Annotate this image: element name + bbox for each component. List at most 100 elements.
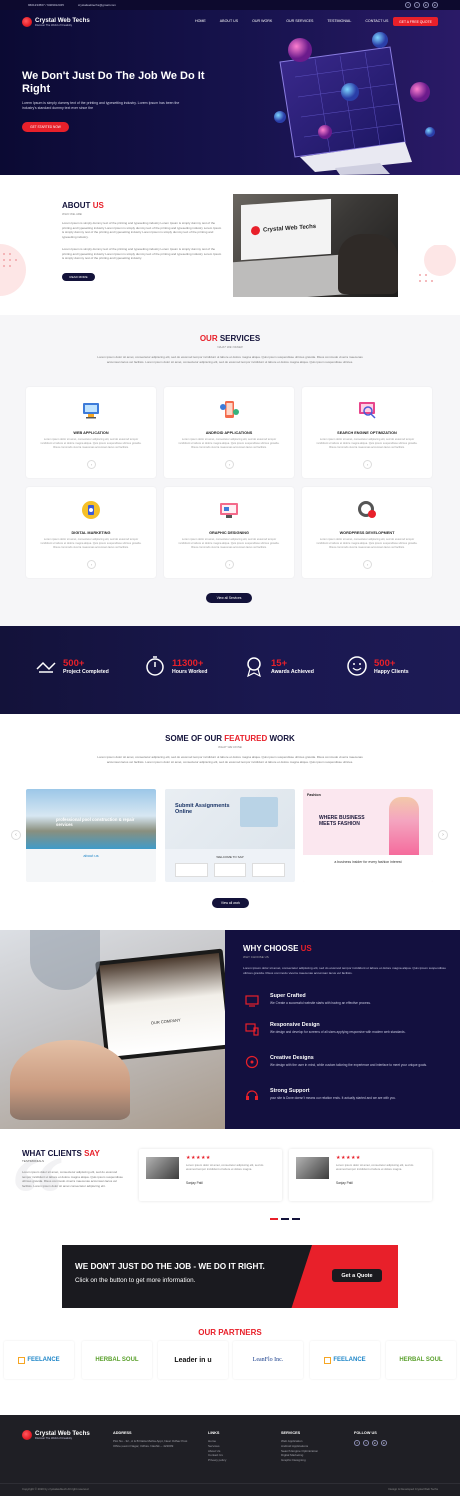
why-choose-section: OUR COMPANY WHY CHOOSE US WHY CHOOSE US … [0, 930, 460, 1129]
wordpress-icon [358, 501, 376, 518]
instagram-icon[interactable]: in [432, 2, 438, 8]
digital-marketing-icon [82, 501, 100, 519]
linkedin-icon[interactable]: in [423, 2, 429, 8]
arrow-right-icon[interactable]: › [87, 460, 96, 469]
pagination-dot[interactable] [281, 1218, 289, 1220]
partner-logo-herbal-soul-2[interactable]: HERBAL SOUL [386, 1341, 456, 1379]
assignments-device-image [240, 797, 278, 827]
work-item-assignments[interactable]: Submit Assignments Online WELCOME TO SAP [165, 789, 295, 882]
arrow-right-icon[interactable]: › [225, 560, 234, 569]
top-bar: 9601234567 / 9409012345 crystalwebtechs@… [0, 0, 460, 10]
partner-logo-herbal-soul[interactable]: HERBAL SOUL [82, 1341, 152, 1379]
footer-service-graphic[interactable]: Graphic Designing [281, 1458, 318, 1463]
twitter-icon[interactable]: t [363, 1440, 369, 1446]
work-subheading: WHAT WE DONE [218, 745, 242, 749]
cta-banner: WE DON'T JUST DO THE JOB - WE DO IT RIGH… [62, 1245, 398, 1308]
why-heading: WHY CHOOSE US [243, 944, 312, 953]
arrow-right-icon[interactable]: › [87, 560, 96, 569]
screen-logo-text: Crystal Web Techs [263, 223, 317, 234]
site-logo[interactable]: Crystal Web Techs Discover The World of … [22, 17, 90, 27]
banner-text: Click on the button to get more informat… [75, 1277, 196, 1284]
star-rating: ★★★★★ [336, 1155, 361, 1161]
testimonials-heading: WHAT CLIENTS SAY [22, 1149, 100, 1158]
nav-about[interactable]: ABOUT US [220, 19, 238, 23]
footer-address: Plot No - 32., A & B Datta Mehta Appt, N… [113, 1439, 188, 1448]
work-item-fashion[interactable]: Fashion WHERE BUSINESS MEETS FASHION a b… [303, 789, 433, 882]
carousel-next-button[interactable]: › [438, 830, 448, 840]
facebook-icon[interactable]: f [354, 1440, 360, 1446]
view-all-work-button[interactable]: View all work [212, 898, 249, 908]
footer-link-privacy[interactable]: Privacy policy [208, 1458, 226, 1463]
twitter-icon[interactable]: t [414, 2, 420, 8]
stat-awards: 15+ Awards Achieved [243, 655, 314, 677]
about-heading: ABOUT US [62, 201, 104, 210]
email-text[interactable]: crystalwebtechs@gmail.com [78, 3, 116, 7]
linkedin-icon[interactable]: in [372, 1440, 378, 1446]
crafted-icon [245, 995, 259, 1007]
arrow-right-icon[interactable]: › [225, 460, 234, 469]
why-photo: OUR COMPANY [0, 930, 225, 1129]
web-application-icon [83, 403, 99, 419]
nav-home[interactable]: HOME [195, 19, 206, 23]
partner-logo-feelance[interactable]: FEELANCE [4, 1341, 74, 1379]
service-card-wordpress[interactable]: WORDPRESS DEVELOPMENT Lorem ipsum dolor … [302, 487, 432, 578]
phone-text[interactable]: 9601234567 / 9409012345 [28, 3, 64, 7]
about-paragraph-2: Lorem Ipsum is simply dummy text of the … [62, 247, 222, 261]
laptop-screen: Crystal Web Techs [241, 198, 331, 261]
logo-tagline: Discover The World of Creativity [35, 23, 73, 27]
partner-logo-leanflo[interactable]: LeanFlo Inc. [233, 1341, 303, 1379]
work-intro: Lorem ipsum dolor sit amet, consectetur … [97, 755, 363, 764]
service-card-android[interactable]: ANDROID APPLICATIONS Lorem ipsum dolor s… [164, 387, 294, 478]
pagination-dot[interactable] [292, 1218, 300, 1220]
instagram-icon[interactable]: in [381, 1440, 387, 1446]
service-card-graphic[interactable]: GRAPHIC DESIGNING Lorem ipsum dolor sit … [164, 487, 294, 578]
site-footer: Crystal Web Techs Discover The World of … [0, 1415, 460, 1496]
banner-title: WE DON'T JUST DO THE JOB - WE DO IT RIGH… [75, 1262, 265, 1271]
get-a-quote-button[interactable]: Get a Quote [332, 1269, 382, 1282]
feelance-icon [18, 1356, 26, 1364]
partner-logo-leader-in-u[interactable]: Leader in u [158, 1341, 228, 1379]
view-all-services-button[interactable]: View all Services [206, 593, 252, 603]
work-item-pool[interactable]: professional pool construction & repair … [26, 789, 156, 882]
partner-logo-feelance-2[interactable]: FEELANCE [310, 1341, 380, 1379]
testimonial-author: Sanjay Patil [186, 1181, 203, 1185]
testimonial-photo [296, 1157, 329, 1179]
facebook-icon[interactable]: f [405, 2, 411, 8]
fashion-model-image [389, 797, 419, 855]
support-icon [246, 1090, 258, 1100]
hands-on-keyboard [10, 1040, 130, 1120]
services-subheading: WHAT WE OFFER [217, 345, 243, 349]
about-section: ABOUT US WHO WE ARE Lorem Ipsum is simpl… [0, 175, 460, 315]
pool-about-strip: about us [26, 849, 156, 882]
arrow-right-icon[interactable]: › [363, 460, 372, 469]
why-subheading: WHY CHOOSE US [243, 955, 269, 959]
pagination-dot-active[interactable] [270, 1218, 278, 1220]
testimonial-pagination [270, 1218, 300, 1220]
service-card-marketing[interactable]: DIGITAL MARKETING Lorem ipsum dolor sit … [26, 487, 156, 578]
arrow-right-icon[interactable]: › [363, 560, 372, 569]
services-section: OUR SERVICES WHAT WE OFFER Lorem ipsum d… [0, 315, 460, 626]
hero-text: Lorem Ipsum is simply dummy text of the … [22, 101, 180, 110]
read-more-button[interactable]: READ MORE [62, 273, 95, 281]
footer-address-heading: ADDRESS [113, 1431, 132, 1435]
handshake-icon [36, 661, 56, 673]
copyright-text: Copyright © 2020 by crystalwebtech All r… [22, 1487, 89, 1491]
stat-projects: 500+ Project Completed [35, 655, 109, 677]
stat-hours: 11300+ Hours Worked [144, 655, 207, 677]
service-card-seo[interactable]: SEARCH ENGINE OPTIMIZATION Lorem ipsum d… [302, 387, 432, 478]
partners-section: OUR PARTNERS FEELANCE HERBAL SOUL Leader… [0, 1308, 460, 1415]
work-section: SOME OF OUR FEATURED WORK WHAT WE DONE L… [0, 714, 460, 930]
testimonials-section: “ WHAT CLIENTS SAY TESTIMONIALS Lorem ip… [0, 1129, 460, 1249]
feelance-icon [324, 1356, 332, 1364]
fashion-caption-strip: a business insider for every fashion int… [303, 855, 433, 882]
why-intro: Lorem ipsum dolor sit amet, consectetur … [243, 966, 446, 975]
footer-divider [0, 1483, 460, 1484]
person-head-blur [30, 930, 100, 990]
footer-logo[interactable]: Crystal Web Techs Discover The World of … [22, 1430, 90, 1440]
laptop-display-screen: OUR COMPANY [99, 952, 225, 1058]
carousel-prev-button[interactable]: ‹ [11, 830, 21, 840]
get-started-button[interactable]: GET STARTED NOW [22, 122, 69, 132]
laptop-keyboard [233, 253, 353, 297]
service-card-web[interactable]: WEB APPLICATION Lorem ipsum dolor sit am… [26, 387, 156, 478]
why-content: WHY CHOOSE US WHY CHOOSE US Lorem ipsum … [225, 930, 460, 1129]
